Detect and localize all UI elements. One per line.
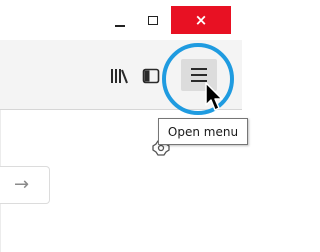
sidebar-icon[interactable]	[142, 67, 160, 85]
close-button[interactable]: ×	[171, 6, 231, 34]
mouse-cursor-icon	[205, 82, 223, 111]
maximize-button[interactable]	[136, 6, 170, 34]
maximize-icon	[148, 15, 158, 25]
forward-button[interactable]: →	[0, 166, 50, 204]
tooltip-text: Open menu	[167, 124, 239, 139]
screenshot-stage: × → Open menu	[0, 0, 255, 252]
library-icon[interactable]	[110, 67, 128, 85]
minimize-button[interactable]	[104, 6, 136, 34]
tooltip: Open menu	[158, 118, 248, 145]
arrow-right-icon: →	[14, 174, 30, 195]
minimize-icon	[115, 25, 125, 27]
title-bar: ×	[0, 0, 242, 40]
close-icon: ×	[194, 11, 208, 29]
